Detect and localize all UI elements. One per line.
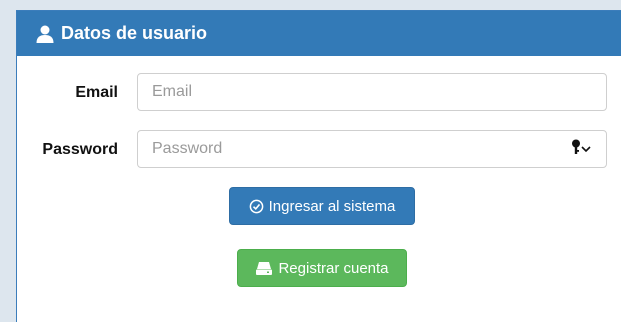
user-data-panel: Datos de usuario Email Password bbox=[16, 10, 621, 322]
check-circle-icon bbox=[249, 199, 264, 214]
login-button[interactable]: Ingresar al sistema bbox=[229, 187, 415, 225]
password-key-toggle[interactable] bbox=[571, 139, 595, 160]
login-button-label: Ingresar al sistema bbox=[268, 197, 396, 215]
panel-heading: Datos de usuario bbox=[17, 11, 621, 56]
password-label: Password bbox=[42, 141, 118, 158]
email-input[interactable] bbox=[137, 73, 607, 111]
password-row: Password bbox=[17, 130, 621, 170]
password-input[interactable] bbox=[137, 130, 607, 168]
key-icon bbox=[571, 139, 581, 160]
panel-title: Datos de usuario bbox=[61, 23, 208, 43]
chevron-down-icon bbox=[581, 140, 591, 158]
register-button[interactable]: Registrar cuenta bbox=[237, 249, 407, 287]
hdd-icon bbox=[255, 260, 273, 276]
email-row: Email bbox=[17, 73, 621, 113]
register-button-label: Registrar cuenta bbox=[278, 259, 389, 277]
user-icon bbox=[35, 24, 55, 44]
email-label: Email bbox=[75, 84, 118, 101]
